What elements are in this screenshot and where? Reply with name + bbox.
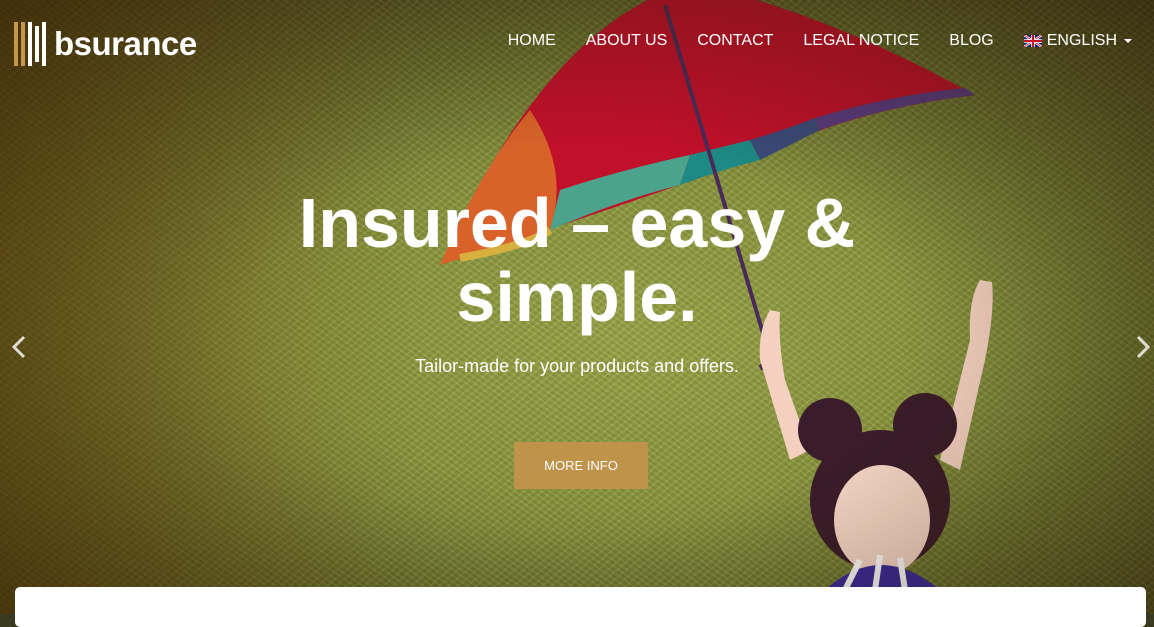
nav-item-home[interactable]: HOME bbox=[508, 32, 556, 50]
hero-headline-line1: Insured – easy & bbox=[298, 184, 856, 262]
language-label: ENGLISH bbox=[1046, 32, 1117, 49]
chevron-left-icon[interactable] bbox=[8, 333, 32, 361]
hero-headline-line2: simple. bbox=[456, 258, 698, 336]
uk-flag-icon bbox=[1023, 35, 1042, 47]
bars-logo-icon bbox=[14, 22, 46, 66]
nav-item-legal-notice[interactable]: LEGAL NOTICE bbox=[803, 32, 919, 50]
caret-down-icon bbox=[1124, 39, 1132, 43]
hero-headline: Insured – easy & simple. bbox=[0, 186, 1154, 334]
hero-subtitle: Tailor-made for your products and offers… bbox=[415, 356, 739, 376]
content-panel bbox=[15, 587, 1146, 627]
brand-name: bsurance bbox=[54, 25, 197, 62]
chevron-right-icon[interactable] bbox=[1130, 333, 1154, 361]
nav-item-contact[interactable]: CONTACT bbox=[697, 32, 773, 50]
more-info-button[interactable]: MORE INFO bbox=[514, 442, 648, 489]
language-dropdown[interactable]: ENGLISH bbox=[1023, 32, 1132, 50]
nav-item-about-us[interactable]: ABOUT US bbox=[586, 32, 668, 50]
main-nav: HOME ABOUT US CONTACT LEGAL NOTICE BLOG … bbox=[478, 32, 1132, 50]
nav-item-blog[interactable]: BLOG bbox=[949, 32, 993, 50]
brand-logo[interactable]: bsurance bbox=[14, 18, 197, 70]
